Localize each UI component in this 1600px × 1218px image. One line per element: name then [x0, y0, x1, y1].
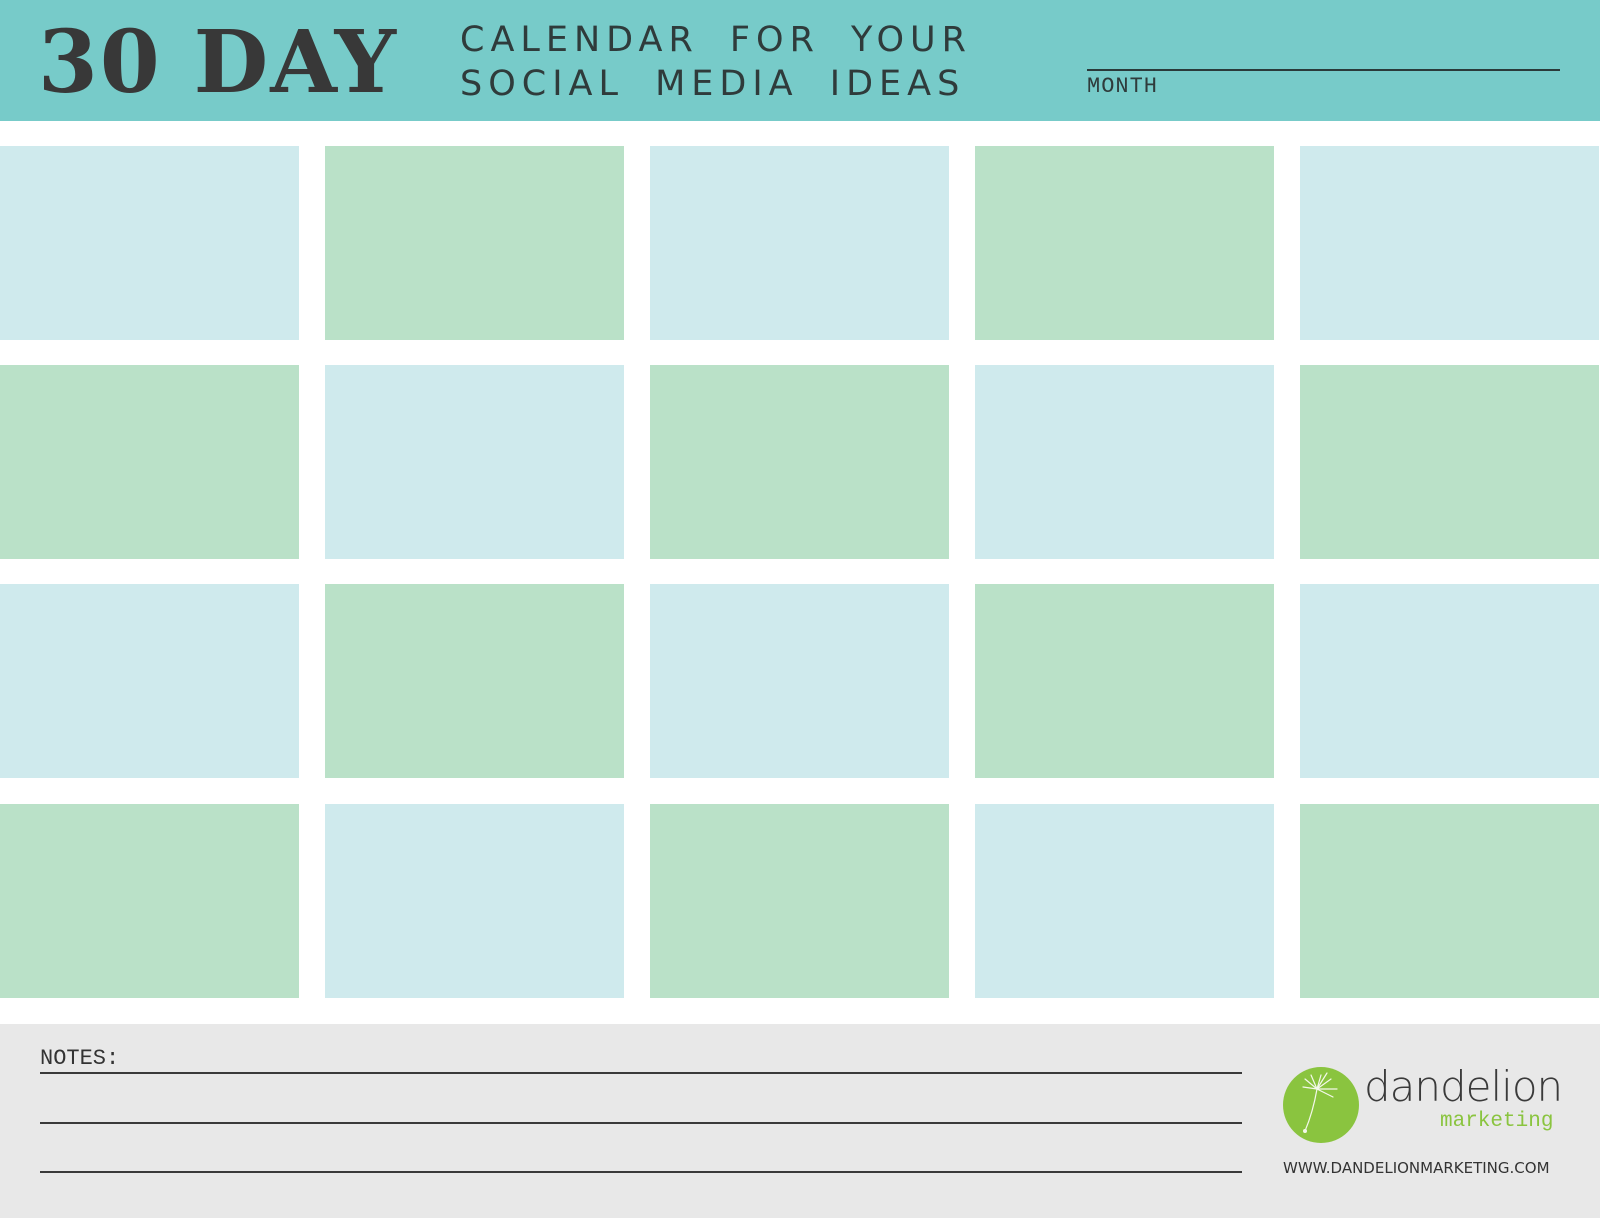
- header-banner: 30 DAY CALENDAR FOR YOUR SOCIAL MEDIA ID…: [0, 0, 1600, 121]
- calendar-day-cell[interactable]: [325, 804, 624, 998]
- notes-label: NOTES:: [40, 1046, 120, 1071]
- page-title: 30 DAY: [38, 12, 399, 113]
- notes-line[interactable]: [40, 1122, 1242, 1124]
- calendar-day-cell[interactable]: [325, 584, 624, 778]
- dandelion-logo-icon: [1283, 1067, 1359, 1143]
- calendar-day-cell[interactable]: [650, 365, 949, 559]
- calendar-day-cell[interactable]: [650, 804, 949, 998]
- footer: NOTES: dandelion marketing WWW.DANDELION…: [0, 1024, 1600, 1218]
- calendar-day-cell[interactable]: [0, 584, 299, 778]
- calendar-day-cell[interactable]: [1300, 584, 1599, 778]
- website-link[interactable]: WWW.DANDELIONMARKETING.COM: [1283, 1159, 1550, 1177]
- calendar-day-cell[interactable]: [650, 584, 949, 778]
- dandelion-seed-icon: [1302, 1072, 1338, 1133]
- month-input-line[interactable]: [1087, 69, 1560, 71]
- calendar-day-cell[interactable]: [975, 804, 1274, 998]
- notes-line[interactable]: [40, 1171, 1242, 1173]
- calendar-day-cell[interactable]: [325, 146, 624, 340]
- calendar-day-cell[interactable]: [975, 365, 1274, 559]
- month-label: MONTH: [1087, 74, 1159, 99]
- calendar-day-cell[interactable]: [325, 365, 624, 559]
- calendar-day-cell[interactable]: [1300, 804, 1599, 998]
- calendar-day-cell[interactable]: [1300, 365, 1599, 559]
- page-subtitle: CALENDAR FOR YOUR SOCIAL MEDIA IDEAS: [460, 18, 972, 106]
- notes-line[interactable]: [40, 1072, 1242, 1074]
- calendar-day-cell[interactable]: [975, 584, 1274, 778]
- calendar-day-cell[interactable]: [0, 365, 299, 559]
- calendar-day-cell[interactable]: [650, 146, 949, 340]
- subtitle-line-2: SOCIAL MEDIA IDEAS: [460, 64, 966, 104]
- logo-name: dandelion: [1364, 1062, 1563, 1111]
- calendar-day-cell[interactable]: [1300, 146, 1599, 340]
- subtitle-line-1: CALENDAR FOR YOUR: [460, 20, 972, 60]
- logo-subtitle: marketing: [1440, 1110, 1554, 1133]
- calendar-day-cell[interactable]: [0, 804, 299, 998]
- calendar-day-cell[interactable]: [975, 146, 1274, 340]
- calendar-day-cell[interactable]: [0, 146, 299, 340]
